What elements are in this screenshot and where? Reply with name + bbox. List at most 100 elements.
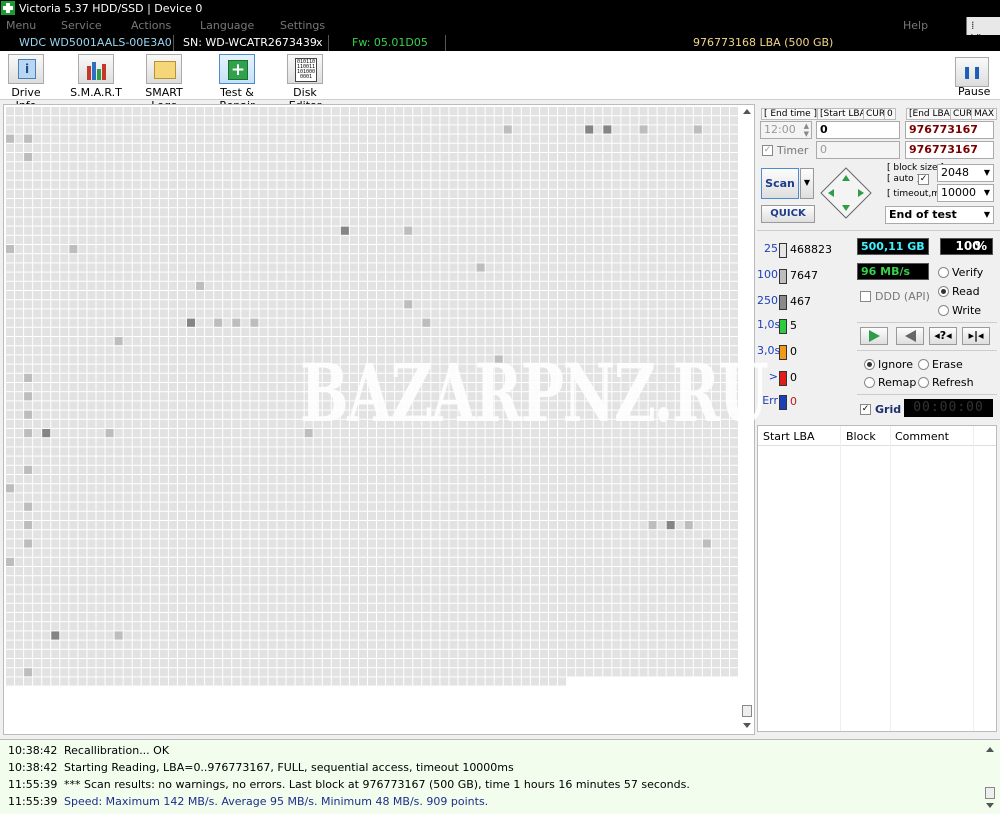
scan-block	[512, 263, 521, 272]
scan-block	[576, 254, 585, 263]
scan-block	[42, 401, 51, 410]
scan-block	[78, 263, 87, 272]
scan-block	[42, 189, 51, 198]
scan-block	[512, 171, 521, 180]
menu-help[interactable]: Help	[903, 19, 928, 32]
scan-block	[539, 502, 548, 511]
scan-block	[530, 530, 539, 539]
scan-block	[24, 622, 33, 631]
scan-block	[132, 438, 141, 447]
scan-block	[250, 576, 259, 585]
scan-block	[51, 226, 60, 235]
menu-view[interactable]: View	[966, 17, 1000, 45]
scan-block	[331, 631, 340, 640]
scan-block	[431, 631, 440, 640]
scan-block	[114, 567, 123, 576]
scan-block	[594, 493, 603, 502]
scan-block	[539, 576, 548, 585]
scan-block	[313, 649, 322, 658]
scan-block	[141, 484, 150, 493]
scan-block	[295, 199, 304, 208]
scan-block	[585, 107, 594, 116]
scan-block	[177, 134, 186, 143]
scan-block	[503, 502, 512, 511]
scan-block	[304, 576, 313, 585]
scan-block	[51, 502, 60, 511]
scan-block	[241, 327, 250, 336]
scan-block	[177, 502, 186, 511]
scan-block	[322, 327, 331, 336]
scan-block	[6, 530, 15, 539]
scan-block	[187, 107, 196, 116]
scan-block	[223, 475, 232, 484]
scan-block	[512, 226, 521, 235]
scan-block	[666, 603, 675, 612]
scan-block	[648, 465, 657, 474]
scan-block	[205, 511, 214, 520]
scan-block	[512, 272, 521, 281]
scan-block	[440, 199, 449, 208]
scan-block	[639, 125, 648, 134]
scan-block	[711, 143, 720, 152]
menu-actions[interactable]: Actions	[131, 19, 171, 32]
scan-block	[730, 309, 739, 318]
scan-block	[549, 318, 558, 327]
scan-block	[286, 659, 295, 668]
menu-menu[interactable]: Menu	[6, 19, 36, 32]
scan-block	[530, 189, 539, 198]
scan-block	[114, 447, 123, 456]
scan-block	[467, 548, 476, 557]
scan-block	[123, 401, 132, 410]
scan-block	[15, 116, 24, 125]
scan-block	[295, 493, 304, 502]
scan-block	[539, 180, 548, 189]
scan-block	[358, 649, 367, 658]
menu-service[interactable]: Service	[61, 19, 102, 32]
scan-block	[377, 585, 386, 594]
pause-button[interactable]: ❚❚	[955, 57, 989, 87]
scan-block	[304, 235, 313, 244]
scan-block	[720, 226, 729, 235]
scan-block	[422, 189, 431, 198]
scan-block	[313, 511, 322, 520]
device-model[interactable]: WDC WD5001AALS-00E3A0	[19, 36, 172, 49]
scan-block	[521, 199, 530, 208]
scan-block	[105, 410, 114, 419]
scan-block	[639, 318, 648, 327]
menu-language[interactable]: Language	[200, 19, 254, 32]
scan-block	[286, 447, 295, 456]
scan-block	[223, 254, 232, 263]
scan-block	[648, 649, 657, 658]
scan-block	[259, 465, 268, 474]
scan-block	[205, 245, 214, 254]
scan-block	[51, 475, 60, 484]
scan-block	[24, 208, 33, 217]
scan-block	[223, 668, 232, 677]
scan-block	[295, 594, 304, 603]
scan-block	[187, 594, 196, 603]
scan-block	[141, 199, 150, 208]
scan-block	[539, 659, 548, 668]
scan-block	[187, 447, 196, 456]
scan-block	[467, 465, 476, 474]
scan-block	[114, 226, 123, 235]
scan-block	[42, 429, 51, 438]
scan-block	[675, 143, 684, 152]
scan-block	[313, 208, 322, 217]
scan-block	[603, 622, 612, 631]
scan-block	[467, 585, 476, 594]
scan-block	[295, 557, 304, 566]
scan-block	[69, 419, 78, 428]
scan-block	[105, 162, 114, 171]
scan-block	[205, 373, 214, 382]
scan-block	[657, 327, 666, 336]
scan-block	[177, 355, 186, 364]
smart-button[interactable]: S.M.A.R.T	[68, 54, 124, 99]
device-capacity: 976773168 LBA (500 GB)	[693, 36, 834, 49]
scan-block	[720, 456, 729, 465]
scan-block	[268, 125, 277, 134]
menu-settings[interactable]: Settings	[280, 19, 325, 32]
device-close-button[interactable]: x	[316, 36, 323, 49]
scan-block	[340, 143, 349, 152]
scan-block	[358, 180, 367, 189]
